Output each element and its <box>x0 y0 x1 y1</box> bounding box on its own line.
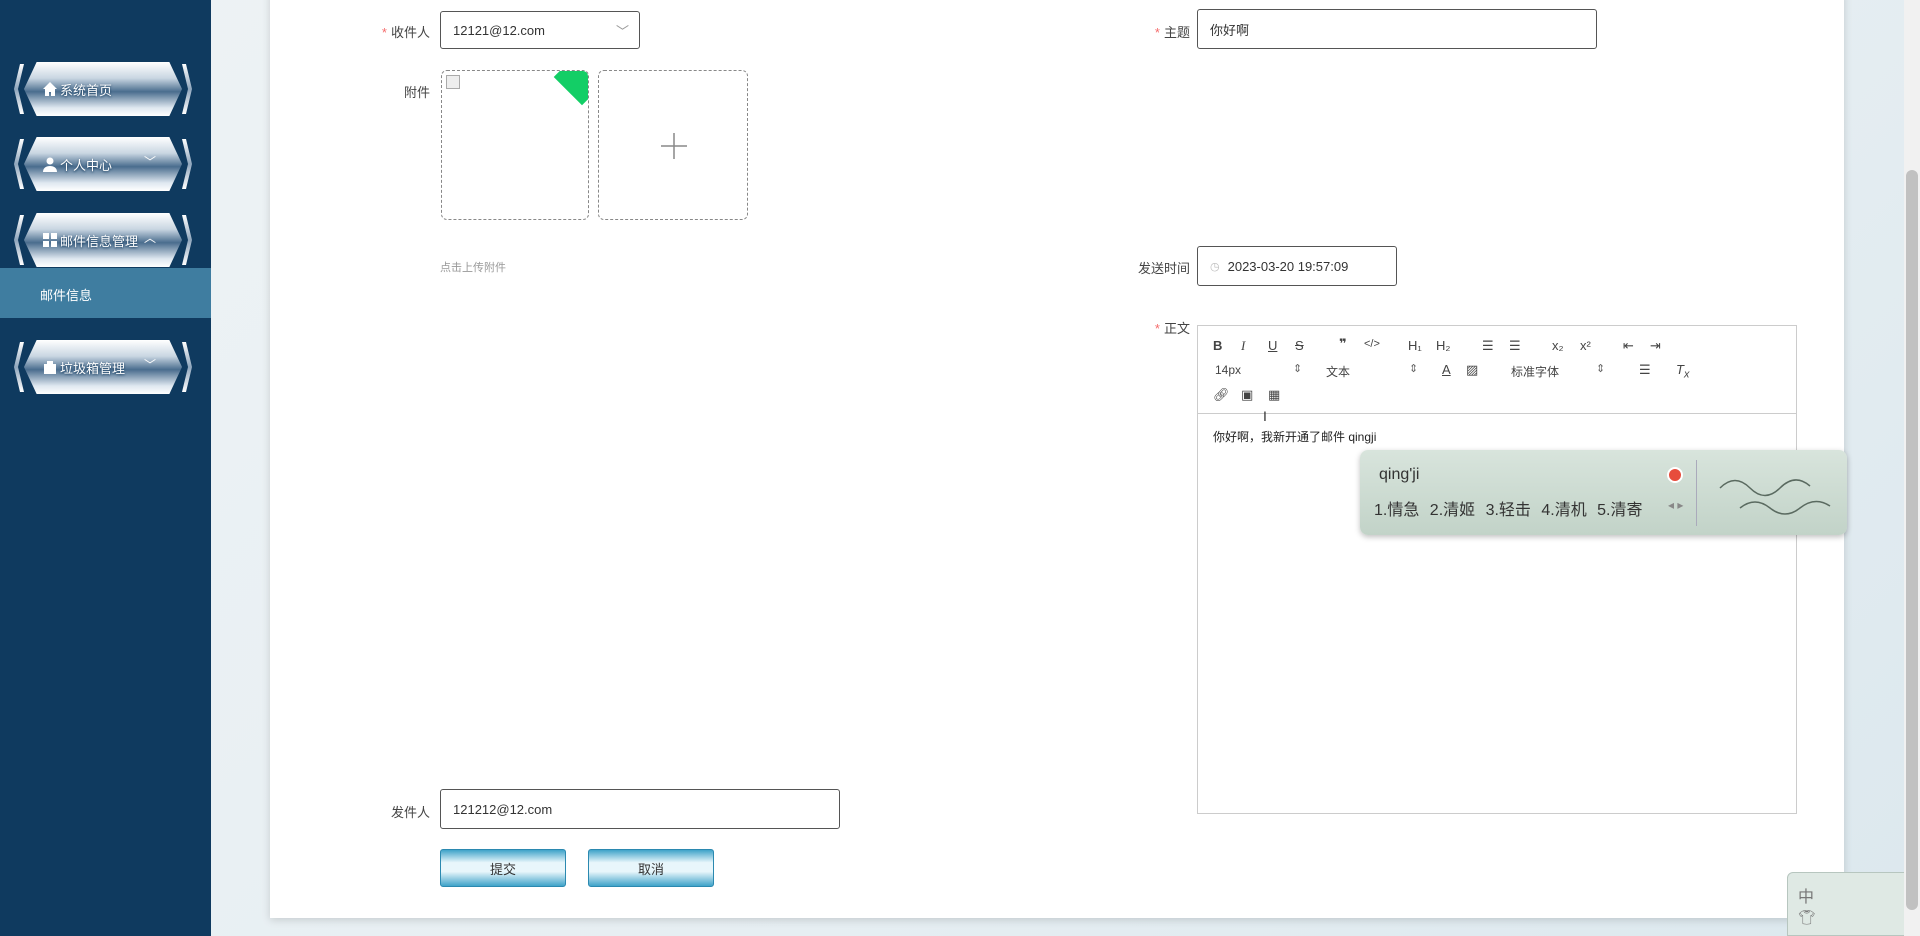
sidebar-item-mail-manage[interactable]: 邮件信息管理 ︿ <box>14 211 192 269</box>
superscript-button[interactable]: x² <box>1580 338 1591 353</box>
h2-button[interactable]: H₂ <box>1436 338 1450 353</box>
ime-page-arrows-icon[interactable]: ◂ ▸ <box>1668 498 1683 512</box>
chevron-down-icon: ﹀ <box>615 24 629 39</box>
subscript-button[interactable]: x₂ <box>1552 338 1564 353</box>
send-time-value: 2023-03-20 19:57:09 <box>1227 258 1349 274</box>
underline-button[interactable]: U <box>1268 338 1277 353</box>
select-arrows-icon: ⇕ <box>1596 363 1606 375</box>
ordered-list-icon[interactable]: ☰ <box>1482 338 1494 354</box>
sender-value: 121212@12.com <box>453 801 553 817</box>
submit-button[interactable]: 提交 <box>440 849 566 887</box>
select-arrows-icon: ⇕ <box>1409 363 1419 375</box>
select-arrows-icon: ⇕ <box>1293 363 1303 375</box>
font-family-select[interactable]: 标准字体 <box>1511 363 1559 380</box>
paragraph-select[interactable]: 文本 <box>1326 363 1350 380</box>
ime-shirt-icon[interactable]: 👕︎ <box>1798 909 1816 926</box>
sidebar-item-personal[interactable]: 个人中心 ﹀ <box>14 135 192 193</box>
editor-toolbar: B I U S ❞ </> H₁ H₂ ☰ ☰ x₂ x² ⇤ ⇥ 14px ⇕… <box>1198 326 1796 414</box>
outdent-icon[interactable]: ⇤ <box>1623 338 1634 354</box>
strike-button[interactable]: S <box>1295 338 1304 353</box>
chevron-up-icon: ︿ <box>143 231 156 245</box>
recipient-select[interactable]: 12121@12.com ﹀ <box>440 11 640 49</box>
broken-image-icon <box>446 75 460 89</box>
subject-value: 你好啊 <box>1210 22 1250 38</box>
clear-format-icon[interactable]: Tx <box>1676 362 1689 381</box>
success-corner-badge <box>553 71 588 106</box>
bullet-list-icon[interactable]: ☰ <box>1509 338 1521 354</box>
align-icon[interactable]: ☰ <box>1639 362 1651 378</box>
submenu-label: 邮件信息 <box>40 288 93 303</box>
link-icon[interactable]: 🔗︎ <box>1213 387 1230 403</box>
trash-icon <box>44 361 56 374</box>
cancel-button[interactable]: 取消 <box>588 849 714 887</box>
font-size-select[interactable]: 14px <box>1215 363 1241 377</box>
sidebar-item-label: 个人中心 <box>60 158 113 173</box>
ime-candidate-popup[interactable]: qing'ji 1.情急 2.清姬 3.轻击 4.清机 5.清寄 ◂ ▸ <box>1360 450 1847 535</box>
ime-skin-icon[interactable] <box>1667 467 1683 483</box>
submenu-item-mail-info[interactable]: 邮件信息 <box>0 268 211 318</box>
bold-button[interactable]: B <box>1213 338 1222 353</box>
ime-pinyin: qing'ji <box>1379 466 1420 483</box>
sender-label: 发件人 <box>390 805 430 820</box>
sidebar-item-home[interactable]: 系统首页 <box>14 60 192 118</box>
sender-input[interactable]: 121212@12.com <box>440 789 840 829</box>
chevron-down-icon: ﹀ <box>143 155 156 169</box>
subject-label: * 主题 <box>1154 25 1190 40</box>
ime-separator <box>1696 460 1697 526</box>
h1-button[interactable]: H₁ <box>1408 338 1422 353</box>
chevron-down-icon: ﹀ <box>143 358 156 372</box>
recipient-value: 12121@12.com <box>453 22 545 38</box>
sidebar: 系统首页 个人中心 ﹀ 邮件信息管理 ︿ 邮件信息 垃圾箱管理 ﹀ <box>0 0 211 936</box>
ime-candidates[interactable]: 1.情急 2.清姬 3.轻击 4.清机 5.清寄 <box>1374 496 1643 520</box>
scrollbar-thumb[interactable] <box>1906 170 1918 910</box>
ime-status-bar[interactable]: 中 👕︎ <box>1787 872 1905 936</box>
italic-button[interactable]: I <box>1241 338 1245 354</box>
grid-icon <box>43 233 57 247</box>
body-label: * 正文 <box>1154 321 1190 336</box>
home-icon <box>43 82 57 96</box>
background-color-icon[interactable]: ▨ <box>1466 362 1478 378</box>
send-time-picker[interactable]: ◷ 2023-03-20 19:57:09 <box>1197 246 1397 286</box>
editor-content[interactable]: 你好啊，我新开通了邮件 qingji <box>1213 428 1376 445</box>
rich-text-editor[interactable]: B I U S ❞ </> H₁ H₂ ☰ ☰ x₂ x² ⇤ ⇥ 14px ⇕… <box>1197 325 1797 814</box>
user-icon <box>43 157 57 172</box>
ime-mode-label[interactable]: 中 <box>1798 883 1814 907</box>
code-icon[interactable]: </> <box>1364 338 1380 350</box>
send-time-label: 发送时间 <box>1137 261 1190 276</box>
text-cursor-icon: I <box>1263 408 1267 424</box>
plus-icon <box>661 133 687 159</box>
sidebar-item-trash-manage[interactable]: 垃圾箱管理 ﹀ <box>14 338 192 396</box>
upload-add-button[interactable] <box>598 70 748 220</box>
ime-decoration-icon <box>1719 479 1831 515</box>
indent-icon[interactable]: ⇥ <box>1650 338 1661 354</box>
sidebar-item-label: 邮件信息管理 <box>60 234 139 249</box>
font-color-icon[interactable]: A <box>1442 362 1451 377</box>
sidebar-item-label: 系统首页 <box>60 83 113 98</box>
attachment-label: 附件 <box>403 85 430 100</box>
blockquote-icon[interactable]: ❞ <box>1339 336 1347 352</box>
sidebar-item-label: 垃圾箱管理 <box>60 361 126 376</box>
recipient-label: * 收件人 <box>381 25 430 40</box>
clock-icon: ◷ <box>1210 260 1220 273</box>
attachment-thumbnail[interactable] <box>441 70 589 220</box>
video-icon[interactable]: ▦ <box>1268 387 1280 403</box>
image-icon[interactable]: ▣ <box>1241 387 1253 403</box>
subject-input[interactable]: 你好啊 <box>1197 9 1597 49</box>
attachment-tip: 点击上传附件 <box>440 262 506 274</box>
